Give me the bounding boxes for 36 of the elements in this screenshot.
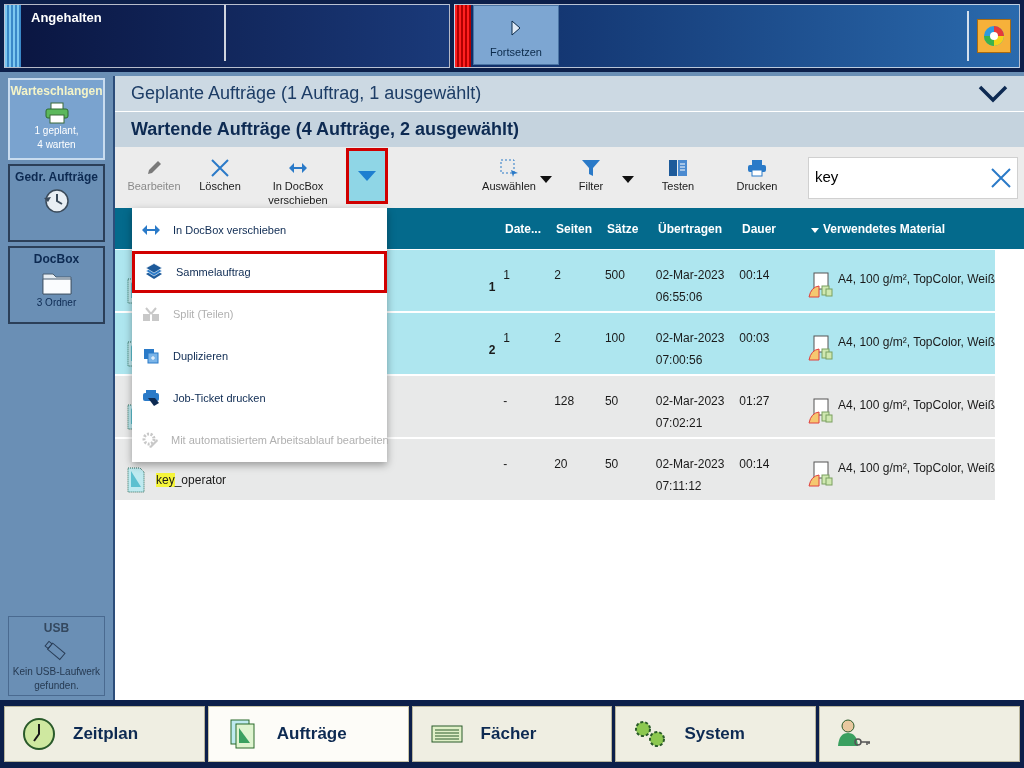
table-cell: - — [503, 394, 508, 408]
table-cell: 20 — [554, 457, 568, 471]
table-cell-text: A4, 100 g/m², TopColor, Weiß — [838, 334, 995, 351]
tab-caption: Kein USB-Laufwerk — [12, 665, 101, 679]
table-cell: 02-Mar-2023 07:02:21 — [655, 394, 725, 430]
table-cell: 100 — [604, 331, 625, 345]
table-cell: 02-Mar-2023 07:11:12 — [655, 457, 725, 493]
table-cell: 2 — [554, 331, 561, 345]
table-cell: 2 — [554, 268, 561, 282]
table-cell-text: 2 — [488, 342, 496, 359]
tab-caption: gefunden. — [34, 679, 79, 693]
table-cell: 1 — [503, 268, 511, 282]
tab-caption: 3 Ordner — [36, 296, 77, 310]
table-cell: 02-Mar-2023 06:55:06 — [655, 268, 725, 304]
table-cell-text: A4, 100 g/m², TopColor, Weiß — [838, 460, 995, 477]
table-cell: - — [503, 457, 508, 471]
tab-caption: 4 warten — [37, 138, 76, 152]
tab-title: DocBox — [33, 251, 80, 268]
tab-title: USB — [43, 620, 70, 637]
table-cell: 50 — [604, 394, 619, 408]
table-cell: 01:27 — [739, 394, 770, 408]
tab-title: Gedr. Aufträge — [15, 169, 98, 186]
status-text: Angehalten — [31, 10, 102, 25]
tab-caption: 1 geplant, — [34, 124, 79, 138]
table-cell: 00:14 — [739, 457, 770, 471]
tab-title: Warteschlangen — [10, 83, 103, 100]
table-cell: 128 — [554, 394, 575, 408]
table-cell: 50 — [604, 457, 619, 471]
table-cell: 00:03 — [739, 331, 770, 345]
table-cell: 500 — [604, 268, 625, 282]
table-cell: 02-Mar-2023 07:00:56 — [655, 331, 725, 367]
table-cell-text: A4, 100 g/m², TopColor, Weiß — [838, 397, 995, 414]
table-cell: 00:14 — [739, 268, 770, 282]
table-cell-text: A4, 100 g/m², TopColor, Weiß — [838, 271, 995, 288]
table-cell: 1 — [503, 331, 511, 345]
table-cell-text: 1 — [488, 279, 496, 296]
